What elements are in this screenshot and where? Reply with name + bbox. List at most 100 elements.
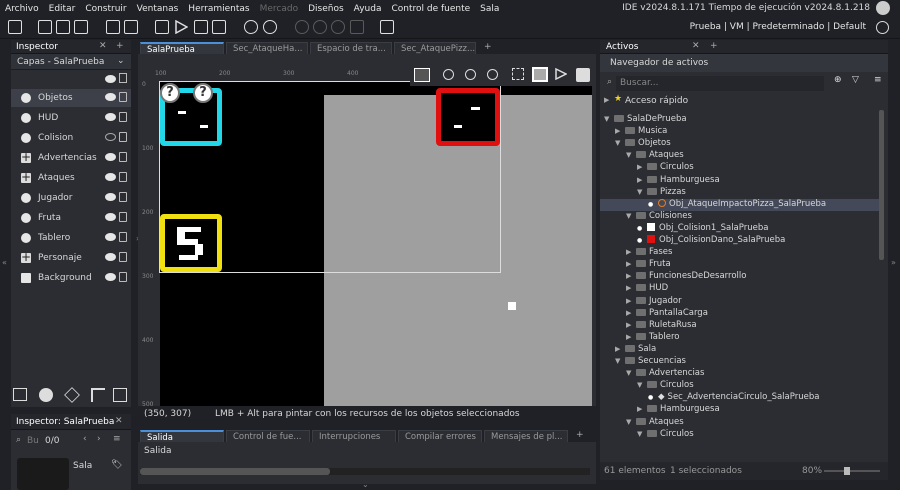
room-canvas[interactable]: ? ? bbox=[159, 81, 592, 406]
new-project-icon[interactable] bbox=[8, 20, 22, 34]
menu-item[interactable]: Diseños bbox=[303, 4, 349, 14]
eye-icon[interactable] bbox=[105, 173, 116, 181]
lock-icon[interactable] bbox=[119, 172, 127, 182]
asset-folder[interactable]: ▼ Ataques bbox=[600, 417, 880, 429]
close-icon[interactable]: ✕ bbox=[115, 416, 123, 426]
lock-icon[interactable] bbox=[119, 232, 127, 242]
lock-icon[interactable] bbox=[119, 212, 127, 222]
fullscreen-icon[interactable] bbox=[350, 20, 364, 34]
fit-view-icon[interactable] bbox=[512, 68, 524, 80]
chevron-right-icon[interactable]: ▶ bbox=[626, 309, 636, 317]
asset-folder[interactable]: ▶ Fases bbox=[600, 247, 880, 259]
run-icon[interactable] bbox=[174, 19, 189, 35]
asset-folder[interactable]: ▶ Fruta bbox=[600, 259, 880, 271]
enemy-red[interactable] bbox=[436, 88, 500, 146]
lock-icon[interactable] bbox=[119, 152, 127, 162]
zoom-out-icon[interactable] bbox=[443, 69, 454, 80]
filter-icon[interactable]: ▽ bbox=[852, 75, 859, 85]
eye-icon[interactable] bbox=[105, 113, 116, 121]
close-icon[interactable]: ✕ bbox=[99, 41, 107, 51]
zoom-reset-icon[interactable] bbox=[487, 69, 498, 80]
lock-icon[interactable] bbox=[119, 73, 127, 83]
asset-folder[interactable]: ▼ Objetos bbox=[600, 138, 880, 150]
chevron-right-icon[interactable]: ▶ bbox=[626, 248, 636, 256]
chevron-right-icon[interactable]: ▶ bbox=[626, 333, 636, 341]
chevron-right-icon[interactable]: ▶ bbox=[626, 297, 636, 305]
lock-icon[interactable] bbox=[119, 132, 127, 142]
chevron-right-icon[interactable]: ▶ bbox=[626, 272, 636, 280]
asset-folder[interactable]: ▶ Sala bbox=[600, 344, 880, 356]
asset-folder[interactable]: ▼ Pizzas bbox=[600, 187, 880, 199]
chevron-down-icon[interactable]: ▼ bbox=[615, 357, 625, 365]
open-folder-icon[interactable] bbox=[56, 20, 70, 34]
add-tab-icon[interactable]: + bbox=[710, 41, 718, 51]
chevron-down-icon[interactable]: ⌄ bbox=[117, 56, 125, 66]
asset-folder[interactable]: ▼ Circulos bbox=[600, 429, 880, 441]
eye-icon[interactable] bbox=[105, 153, 116, 161]
clean-icon[interactable] bbox=[212, 20, 226, 34]
add-layer-eye-icon[interactable] bbox=[105, 75, 116, 83]
chevron-right-icon[interactable]: ▶ bbox=[626, 284, 636, 292]
grid-icon[interactable] bbox=[414, 68, 430, 82]
asset-folder[interactable]: ▼ Colisiones bbox=[600, 211, 880, 223]
output-scrollbar[interactable] bbox=[140, 468, 590, 475]
expand-arrow-icon[interactable]: ▶ bbox=[604, 96, 609, 104]
layer-row[interactable]: Objetos bbox=[11, 89, 131, 107]
search-input[interactable]: Buscar... bbox=[620, 78, 659, 88]
add-asset-layer-icon[interactable] bbox=[64, 387, 80, 403]
layer-row[interactable]: Fruta bbox=[11, 209, 131, 227]
asset-folder[interactable]: ▶ Tablero bbox=[600, 332, 880, 344]
small-white-square[interactable] bbox=[508, 302, 516, 310]
debug-icon[interactable] bbox=[155, 20, 169, 34]
asset-item[interactable]: ● ◆ Sec_AdvertenciaCirculo_SalaPrueba bbox=[600, 392, 880, 404]
asset-folder[interactable]: ▼ Circulos bbox=[600, 380, 880, 392]
asset-folder[interactable]: ▶ Jugador bbox=[600, 296, 880, 308]
asset-item[interactable]: ● Obj_AtaqueImpactoPizza_SalaPrueba bbox=[600, 198, 880, 211]
lock-icon[interactable] bbox=[119, 252, 127, 262]
tag-icon[interactable]: 🏷 bbox=[111, 460, 122, 470]
add-background-layer-icon[interactable] bbox=[13, 388, 27, 401]
layer-row[interactable]: Jugador bbox=[11, 189, 131, 207]
asset-search-field[interactable]: Buscar... bbox=[616, 76, 824, 91]
menu-item[interactable]: Ventanas bbox=[132, 4, 184, 14]
add-path-layer-icon[interactable] bbox=[91, 388, 105, 402]
chevron-right-icon[interactable]: ▶ bbox=[626, 321, 636, 329]
menu-item[interactable]: Sala bbox=[475, 4, 504, 14]
layer-row[interactable]: Tablero bbox=[11, 229, 131, 247]
quick-access[interactable]: Acceso rápido bbox=[625, 96, 688, 106]
monitor-icon[interactable] bbox=[380, 20, 394, 34]
collapse-left-icon[interactable]: « bbox=[2, 258, 7, 267]
room-thumbnail[interactable] bbox=[17, 458, 69, 490]
asset-folder[interactable]: ▼ Ataques bbox=[600, 150, 880, 162]
asset-folder[interactable]: ▼ Advertencias bbox=[600, 368, 880, 380]
menu-item[interactable]: Construir bbox=[80, 4, 131, 14]
eye-icon[interactable] bbox=[105, 193, 116, 201]
save-icon[interactable] bbox=[74, 20, 88, 34]
asset-folder[interactable]: ▼ Secuencias bbox=[600, 356, 880, 368]
menu-item[interactable]: Ayuda bbox=[349, 4, 387, 14]
layer-row[interactable]: Colision bbox=[11, 129, 131, 147]
help-icon[interactable] bbox=[263, 20, 277, 34]
lock-icon[interactable] bbox=[119, 92, 127, 102]
eye-icon[interactable] bbox=[105, 253, 116, 261]
eye-icon[interactable] bbox=[105, 93, 116, 101]
add-folder-icon[interactable] bbox=[113, 388, 127, 402]
chevron-right-icon[interactable]: ▶ bbox=[637, 405, 647, 413]
chevron-down-icon[interactable]: ▼ bbox=[626, 212, 636, 220]
chevron-right-icon[interactable]: ▶ bbox=[637, 176, 647, 184]
chevron-down-icon[interactable]: ▼ bbox=[604, 115, 614, 123]
close-icon[interactable]: ✕ bbox=[692, 41, 700, 51]
eye-icon[interactable] bbox=[105, 273, 116, 281]
eye-icon[interactable] bbox=[105, 213, 116, 221]
menu-icon[interactable]: ≡ bbox=[874, 75, 882, 85]
package-icon[interactable] bbox=[124, 20, 138, 34]
chevron-right-icon[interactable]: ▶ bbox=[615, 345, 625, 353]
chevron-down-icon[interactable]: ▼ bbox=[626, 151, 636, 159]
layer-row[interactable]: Background bbox=[11, 269, 131, 287]
target-icon[interactable] bbox=[876, 21, 889, 34]
lock-icon[interactable] bbox=[119, 112, 127, 122]
paint-icon[interactable] bbox=[576, 68, 590, 82]
config-bar[interactable]: Prueba | VM | Predeterminado | Default bbox=[690, 22, 866, 32]
chevron-down-icon[interactable]: ▼ bbox=[626, 418, 636, 426]
settings-icon[interactable] bbox=[244, 20, 258, 34]
